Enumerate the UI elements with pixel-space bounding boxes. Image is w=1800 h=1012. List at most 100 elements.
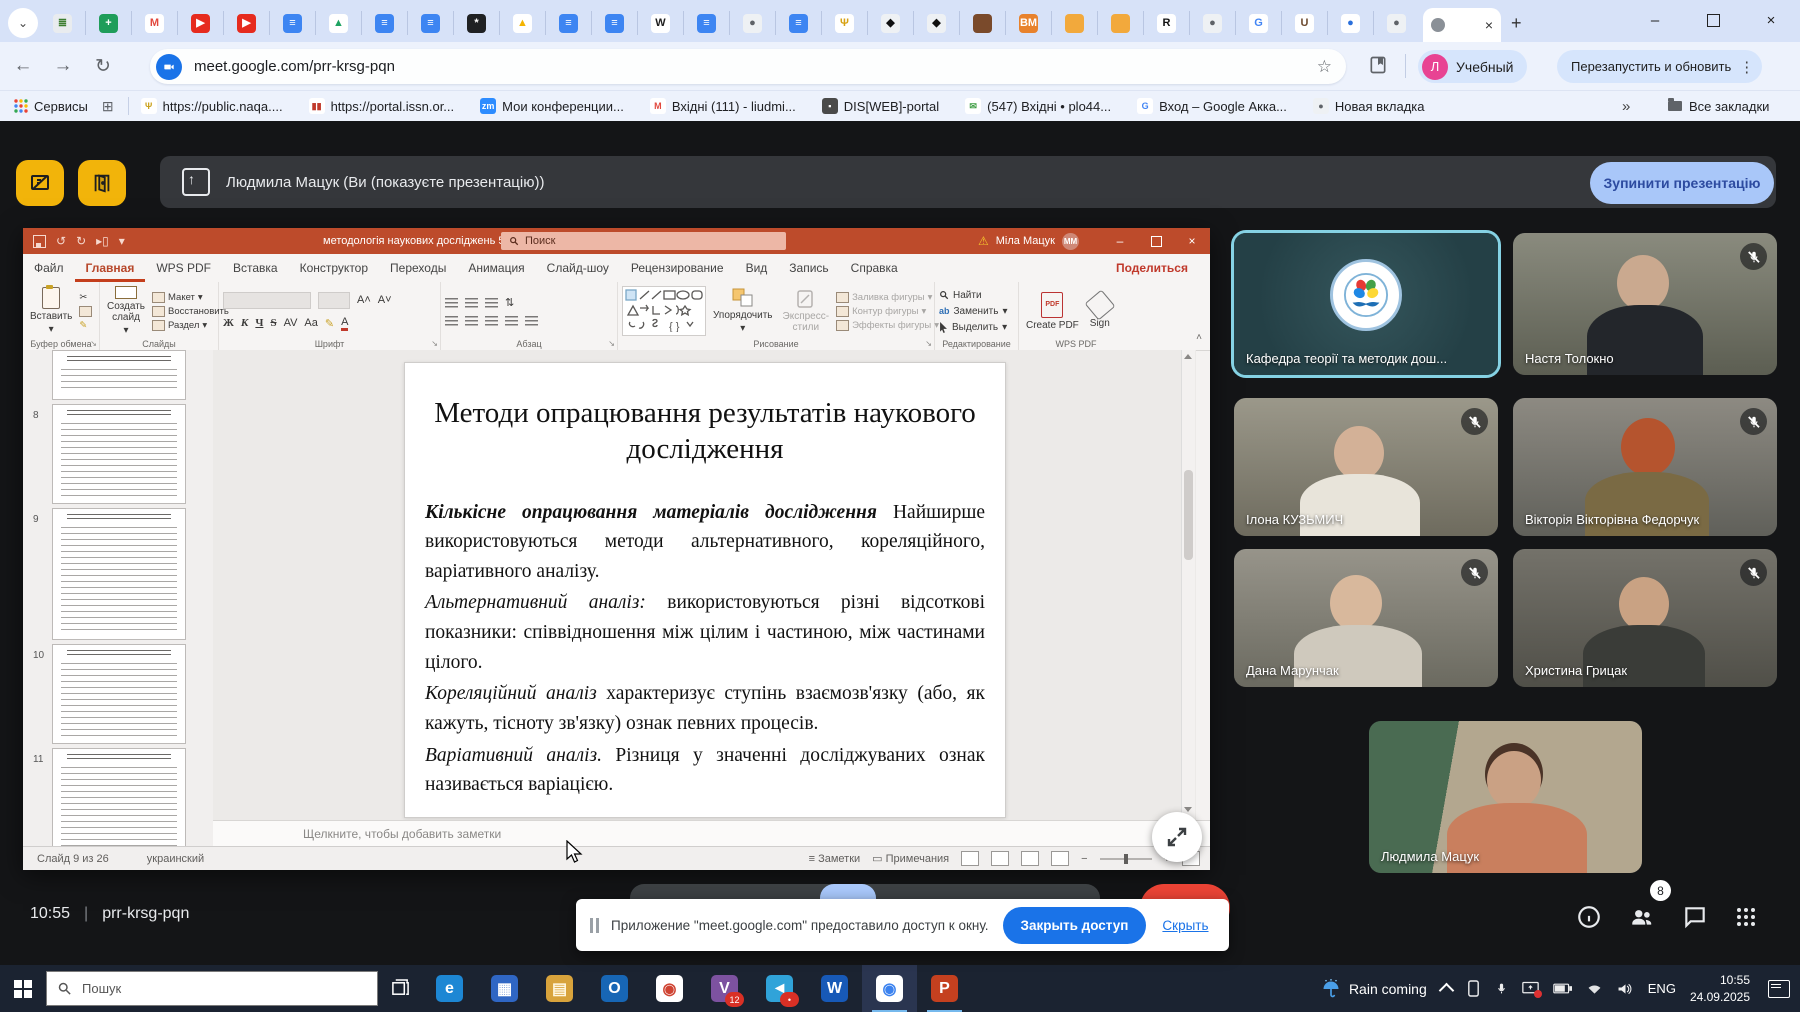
browser-menu-icon[interactable]: ⋮ [1739, 58, 1754, 76]
zoom-out-button[interactable]: − [1081, 853, 1087, 865]
taskbar-app-icon[interactable]: ◉ [862, 965, 917, 1012]
ppt-close-button[interactable]: × [1174, 228, 1210, 254]
pinned-tab[interactable]: ◆ [868, 11, 914, 35]
ppt-account[interactable]: ⚠ Міла Мацук ММ [978, 228, 1079, 254]
sign-button[interactable]: Sign [1086, 286, 1114, 336]
highlight-color-icon[interactable]: ✎ [325, 317, 334, 330]
shapes-gallery[interactable]: { } [622, 286, 706, 336]
font-name-box[interactable] [223, 292, 311, 309]
battery-icon[interactable] [1553, 983, 1572, 994]
pinned-tab[interactable]: + [86, 11, 132, 35]
address-bar[interactable]: meet.google.com/prr-krsg-pqn ☆ [150, 49, 1346, 84]
reading-list-icon[interactable] [1368, 55, 1388, 80]
pinned-tab[interactable]: ▶ [224, 11, 270, 35]
pinned-tab[interactable] [960, 11, 1006, 35]
bookmark-item[interactable]: Ψ https://public.naqa.... [141, 98, 283, 114]
taskbar-app-icon[interactable]: O [587, 965, 642, 1012]
normal-view-button[interactable] [961, 851, 979, 866]
chat-icon[interactable] [1682, 904, 1708, 930]
pinned-tab[interactable]: ≡ [362, 11, 408, 35]
pinned-tab[interactable]: Ψ [822, 11, 868, 35]
pinned-tab[interactable]: * [454, 11, 500, 35]
all-bookmarks-button[interactable]: Все закладки [1668, 99, 1769, 114]
slide-sorter-button[interactable] [991, 851, 1009, 866]
ppt-share-button[interactable]: Поделиться [1116, 254, 1188, 282]
hide-link[interactable]: Скрыть [1162, 918, 1208, 933]
bookmark-item[interactable]: ▮▮ https://portal.issn.or... [309, 98, 455, 114]
bold-button[interactable]: Ж [223, 317, 234, 329]
pinned-tab[interactable] [1098, 11, 1144, 35]
meet-whiteboard-button[interactable] [16, 160, 64, 206]
scrollbar-thumb[interactable] [1184, 470, 1193, 560]
pinned-tab[interactable]: U [1282, 11, 1328, 35]
align-left-icon[interactable] [445, 316, 458, 326]
taskbar-app-icon[interactable]: e [422, 965, 477, 1012]
pinned-tab[interactable]: ▶ [178, 11, 224, 35]
ppt-restore-button[interactable] [1138, 228, 1174, 254]
ribbon-tab[interactable]: Файл [23, 254, 75, 282]
apps-grid-icon[interactable]: ⊞ [102, 98, 114, 115]
reload-icon[interactable]: ↻ [86, 49, 120, 83]
language-indicator[interactable]: украинский [147, 853, 204, 865]
grow-font-icon[interactable]: A˄ [357, 294, 371, 306]
bookmark-item[interactable]: ✉ (547) Вхідні • plo44... [965, 98, 1111, 114]
justify-icon[interactable] [505, 316, 518, 326]
pinned-tab[interactable]: ▲ [500, 11, 546, 35]
quick-styles-button[interactable]: Экспресс-стили [780, 286, 833, 336]
change-case-button[interactable]: Aa [304, 317, 317, 329]
slide-thumbnail-panel[interactable]: 8 9 10 11 [23, 350, 214, 846]
participant-tile[interactable]: Вікторія Вікторівна Федорчук [1513, 398, 1777, 536]
bookmark-item[interactable]: M Вхідні (111) - liudmi... [650, 98, 796, 114]
pinned-tab[interactable]: ≡ [776, 11, 822, 35]
ribbon-tab[interactable]: Запись [778, 254, 839, 282]
slide-scrollbar[interactable] [1181, 350, 1195, 846]
dialog-launcher-icon[interactable]: ↘ [925, 339, 932, 348]
taskbar-app-icon[interactable]: ▦ [477, 965, 532, 1012]
arrange-button[interactable]: Упорядочить▾ [710, 286, 776, 336]
notes-toggle[interactable]: ≡ Заметки [809, 853, 861, 865]
taskbar-app-icon[interactable]: ◉ [642, 965, 697, 1012]
bookmark-item[interactable]: zm Мои конференции... [480, 98, 624, 114]
slide-body-textbox[interactable]: Кількісне опрацювання матеріалів дослідж… [425, 498, 985, 800]
pinned-tab[interactable]: M [132, 11, 178, 35]
select-button[interactable]: Выделить▾ [939, 322, 1007, 333]
dialog-launcher-icon[interactable]: ↘ [431, 339, 438, 348]
underline-button[interactable]: Ч [255, 317, 263, 329]
shape-effects-button[interactable]: Эффекты фигуры▾ [836, 320, 939, 331]
participant-tile[interactable]: Христина Грицак [1513, 549, 1777, 687]
participant-tile[interactable]: Настя Толокно [1513, 233, 1777, 375]
notes-pane[interactable]: Щелкните, чтобы добавить заметки [213, 820, 1210, 847]
screen-share-indicator-icon[interactable] [1522, 981, 1539, 996]
volume-icon[interactable] [1617, 982, 1634, 996]
ribbon-tab[interactable]: WPS PDF [145, 254, 222, 282]
ribbon-tab[interactable]: Справка [840, 254, 909, 282]
ribbon-tab[interactable]: Анимация [457, 254, 535, 282]
cut-icon[interactable]: ✂ [79, 292, 92, 303]
ribbon-tab[interactable]: Главная [75, 254, 146, 282]
align-right-icon[interactable] [485, 316, 498, 326]
slideshow-view-button[interactable] [1051, 851, 1069, 866]
font-size-box[interactable] [318, 292, 350, 309]
bookmark-item[interactable]: G Вход – Google Акка... [1137, 98, 1287, 114]
comments-toggle[interactable]: ▭ Примечания [872, 852, 949, 865]
taskbar-search-input[interactable]: Пошук [46, 971, 378, 1006]
ppt-search-box[interactable]: Поиск [501, 232, 786, 250]
create-pdf-button[interactable]: PDF Create PDF [1023, 286, 1082, 336]
tab-search-chevron-icon[interactable]: ⌄ [8, 8, 38, 38]
task-view-button[interactable] [378, 979, 422, 998]
weather-widget[interactable]: Rain coming [1321, 979, 1427, 999]
clock[interactable]: 10:55 24.09.2025 [1690, 972, 1750, 1004]
bookmarks-overflow-icon[interactable]: » [1622, 98, 1630, 115]
minimize-button[interactable]: – [1626, 0, 1684, 40]
participant-tile[interactable]: Дана Марунчак [1234, 549, 1498, 687]
pinned-tab[interactable]: ▲ [316, 11, 362, 35]
pinned-tab[interactable]: ≡ [684, 11, 730, 35]
restore-button[interactable] [1684, 0, 1742, 40]
ribbon-tab[interactable]: Конструктор [289, 254, 379, 282]
taskbar-app-icon[interactable]: P [917, 965, 972, 1012]
numbering-icon[interactable] [465, 298, 478, 308]
taskbar-app-icon[interactable]: V 12 [697, 965, 752, 1012]
bookmark-item[interactable]: ▪ DIS[WEB]-portal [822, 98, 939, 114]
pinned-tab[interactable]: ≡ [546, 11, 592, 35]
previous-slide-icon[interactable] [1184, 807, 1192, 812]
